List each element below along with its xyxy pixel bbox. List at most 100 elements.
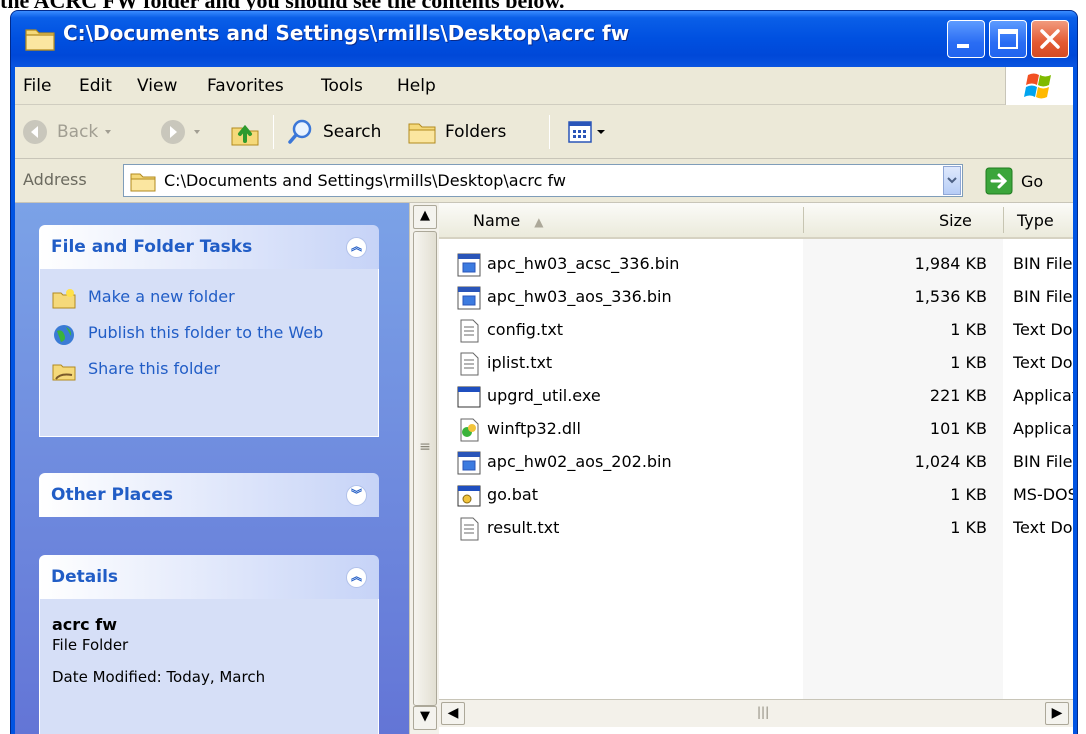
file-row[interactable]: upgrd_util.exe 221 KB Application bbox=[439, 381, 1073, 414]
task-label: Make a new folder bbox=[88, 287, 235, 306]
text-file-icon bbox=[457, 517, 481, 541]
task-label: Share this folder bbox=[88, 359, 220, 378]
file-name: config.txt bbox=[487, 320, 564, 339]
minimize-button[interactable] bbox=[947, 20, 985, 58]
panel-header[interactable]: Other Places ︾ bbox=[39, 473, 379, 517]
file-type: Application bbox=[1013, 386, 1073, 405]
file-size: 1 KB bbox=[950, 518, 987, 537]
address-bar: Address C:\Documents and Settings\rmills… bbox=[15, 159, 1073, 203]
column-type[interactable]: Type bbox=[1017, 211, 1054, 230]
windows-logo bbox=[1005, 67, 1073, 105]
globe-icon bbox=[54, 325, 74, 345]
file-row[interactable]: config.txt 1 KB Text Document bbox=[439, 315, 1073, 348]
menu-favorites[interactable]: Favorites bbox=[207, 76, 284, 96]
collapse-icon[interactable]: ︽ bbox=[346, 237, 367, 258]
views-dropdown-icon bbox=[597, 130, 605, 134]
new-folder-icon bbox=[52, 289, 76, 309]
file-name: go.bat bbox=[487, 485, 538, 504]
horizontal-scrollbar[interactable]: ◀ ||| ▶ bbox=[439, 699, 1073, 727]
file-name: winftp32.dll bbox=[487, 419, 581, 438]
back-dropdown-icon bbox=[105, 130, 112, 134]
scroll-thumb[interactable]: ≡ bbox=[413, 231, 437, 706]
minimize-icon bbox=[957, 44, 969, 48]
menu-bar: File Edit View Favorites Tools Help bbox=[15, 67, 1073, 105]
file-row[interactable]: apc_hw02_aos_202.bin 1,024 KB BIN File bbox=[439, 447, 1073, 480]
file-row[interactable]: iplist.txt 1 KB Text Document bbox=[439, 348, 1073, 381]
dll-file-icon bbox=[457, 418, 481, 442]
menu-edit[interactable]: Edit bbox=[79, 76, 112, 96]
toolbar: Back Search Folders bbox=[15, 105, 1073, 159]
detail-date: Date Modified: Today, March bbox=[52, 668, 266, 686]
bin-file-icon bbox=[457, 286, 481, 310]
views-button[interactable] bbox=[567, 114, 607, 150]
scroll-right-button[interactable]: ▶ bbox=[1045, 702, 1069, 725]
menu-help[interactable]: Help bbox=[397, 76, 436, 96]
up-folder-button[interactable] bbox=[229, 114, 261, 150]
explorer-window: C:\Documents and Settings\rmills\Desktop… bbox=[10, 10, 1078, 734]
scroll-down-button[interactable]: ▼ bbox=[413, 706, 437, 730]
address-input[interactable]: C:\Documents and Settings\rmills\Desktop… bbox=[123, 164, 963, 197]
file-type: Text Document bbox=[1013, 320, 1073, 339]
expand-icon[interactable]: ︾ bbox=[346, 485, 367, 506]
file-size: 1 KB bbox=[950, 353, 987, 372]
task-share-folder[interactable]: Share this folder bbox=[52, 359, 366, 383]
file-type: Text Document bbox=[1013, 518, 1073, 537]
up-folder-icon bbox=[231, 124, 259, 146]
column-divider[interactable] bbox=[803, 207, 804, 233]
windows-flag-icon bbox=[1024, 73, 1051, 99]
file-type: Application Extension bbox=[1013, 419, 1073, 438]
close-button[interactable] bbox=[1031, 20, 1069, 58]
folder-icon bbox=[25, 29, 55, 51]
task-publish-folder[interactable]: Publish this folder to the Web bbox=[52, 323, 366, 347]
title-bar[interactable]: C:\Documents and Settings\rmills\Desktop… bbox=[11, 11, 1077, 67]
panel-body: acrc fw File Folder Date Modified: Today… bbox=[39, 599, 379, 734]
forward-button[interactable] bbox=[159, 114, 207, 150]
scroll-up-button[interactable]: ▲ bbox=[413, 205, 437, 229]
search-label: Search bbox=[323, 122, 382, 142]
folders-button[interactable]: Folders bbox=[407, 114, 506, 150]
sort-ascending-icon: ▲ bbox=[534, 215, 544, 229]
collapse-icon[interactable]: ︽ bbox=[346, 567, 367, 588]
folders-icon bbox=[408, 123, 436, 144]
back-arrow-icon bbox=[23, 120, 47, 144]
file-list: Name ▲ Size Type apc_hw03_acsc_336.bin 1,9… bbox=[439, 203, 1073, 734]
file-row[interactable]: go.bat 1 KB MS-DOS Batch File bbox=[439, 480, 1073, 513]
bin-file-icon bbox=[457, 451, 481, 475]
menu-view[interactable]: View bbox=[137, 76, 177, 96]
column-size[interactable]: Size bbox=[939, 211, 972, 230]
file-row[interactable]: result.txt 1 KB Text Document bbox=[439, 513, 1073, 546]
file-row[interactable]: apc_hw03_acsc_336.bin 1,984 KB BIN File bbox=[439, 249, 1073, 282]
task-make-new-folder[interactable]: Make a new folder bbox=[52, 287, 366, 311]
maximize-icon bbox=[998, 29, 1018, 49]
menu-file[interactable]: File bbox=[23, 76, 51, 96]
back-button[interactable]: Back bbox=[21, 114, 118, 150]
file-name: apc_hw03_acsc_336.bin bbox=[487, 254, 680, 273]
file-size: 1,536 KB bbox=[914, 287, 987, 306]
column-divider[interactable] bbox=[1003, 207, 1004, 233]
forward-dropdown-icon bbox=[194, 130, 200, 134]
panel-header[interactable]: File and Folder Tasks ︽ bbox=[39, 225, 379, 269]
column-name[interactable]: Name ▲ bbox=[473, 211, 543, 230]
search-button[interactable]: Search bbox=[287, 114, 381, 150]
scroll-left-button[interactable]: ◀ bbox=[441, 702, 465, 725]
maximize-button[interactable] bbox=[989, 20, 1027, 58]
window-body: File Edit View Favorites Tools Help Back bbox=[15, 67, 1073, 734]
menu-tools[interactable]: Tools bbox=[321, 76, 363, 96]
file-size: 1 KB bbox=[950, 320, 987, 339]
file-size: 101 KB bbox=[929, 419, 987, 438]
address-text: C:\Documents and Settings\rmills\Desktop… bbox=[164, 171, 566, 190]
panel-title: Details bbox=[51, 567, 119, 587]
folders-label: Folders bbox=[445, 122, 507, 142]
file-name: upgrd_util.exe bbox=[487, 386, 601, 405]
address-label: Address bbox=[23, 170, 87, 189]
file-size: 1,984 KB bbox=[914, 254, 987, 273]
panel-header[interactable]: Details ︽ bbox=[39, 555, 379, 599]
file-size: 221 KB bbox=[929, 386, 987, 405]
vertical-scrollbar[interactable]: ▲ ≡ ▼ bbox=[409, 203, 439, 734]
file-folder-tasks-panel: File and Folder Tasks ︽ Make a new folde… bbox=[39, 225, 379, 437]
go-label: Go bbox=[1021, 171, 1044, 191]
address-dropdown[interactable] bbox=[943, 166, 961, 195]
go-button[interactable]: Go bbox=[985, 166, 1043, 196]
file-row[interactable]: apc_hw03_aos_336.bin 1,536 KB BIN File bbox=[439, 282, 1073, 315]
file-row[interactable]: winftp32.dll 101 KB Application Extension bbox=[439, 414, 1073, 447]
